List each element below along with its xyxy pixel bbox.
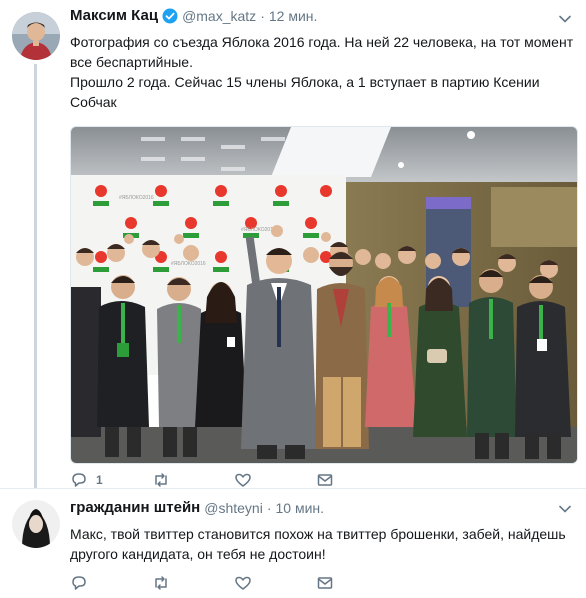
verified-badge-icon — [162, 8, 178, 24]
reply-icon — [72, 576, 86, 590]
tweet[interactable]: Максим Кац @max_katz · 12 мин. Фотографи… — [0, 0, 586, 488]
reply-icon — [72, 473, 86, 487]
envelope-icon — [317, 577, 333, 589]
avatar[interactable] — [12, 12, 60, 60]
tweet-text-line: Фотография со съезда Яблока 2016 года. Н… — [70, 34, 574, 70]
direct-message-button[interactable] — [316, 573, 398, 593]
press-wall-text: #ЯБЛОКО2016 — [171, 261, 206, 267]
envelope-icon — [317, 474, 333, 486]
avatar[interactable] — [12, 500, 60, 548]
author-handle[interactable]: @shteyni — [204, 498, 263, 518]
tweet-header: Максим Кац @max_katz · 12 мин. — [70, 6, 574, 26]
group-photo: #ЯБЛОКО2016 #ЯБЛОКО2016 #ЯБЛОКО2016 — [71, 127, 577, 463]
timestamp[interactable]: 12 мин. — [269, 6, 318, 26]
tweet-actions — [70, 573, 398, 593]
tweet-header: гражданин штейн @shteyni · 10 мин. — [70, 498, 574, 518]
heart-icon — [235, 473, 251, 487]
retweet-button[interactable] — [152, 470, 234, 490]
reply-button[interactable]: 1 — [70, 470, 152, 490]
separator-dot: · — [260, 8, 265, 24]
author-name[interactable]: Максим Кац — [70, 6, 158, 26]
like-button[interactable] — [234, 470, 316, 490]
tweet-content: Максим Кац @max_katz · 12 мин. Фотографи… — [70, 6, 578, 464]
direct-message-button[interactable] — [316, 470, 398, 490]
reply-button[interactable] — [70, 573, 152, 593]
avatar-image — [12, 12, 60, 60]
retweet-icon — [155, 473, 167, 487]
tweet[interactable]: гражданин штейн @shteyni · 10 мин. Макс,… — [0, 488, 586, 598]
tweet-photo[interactable]: #ЯБЛОКО2016 #ЯБЛОКО2016 #ЯБЛОКО2016 — [70, 126, 578, 464]
timestamp[interactable]: 10 мин. — [275, 498, 324, 518]
thread-line — [34, 64, 37, 488]
like-button[interactable] — [234, 573, 316, 593]
chevron-down-icon[interactable] — [558, 502, 572, 516]
press-wall-text: #ЯБЛОКО2016 — [119, 195, 154, 201]
retweet-button[interactable] — [152, 573, 234, 593]
chevron-down-icon[interactable] — [558, 12, 572, 26]
tweet-content: гражданин штейн @shteyni · 10 мин. Макс,… — [70, 498, 574, 564]
separator-dot: · — [266, 500, 272, 516]
heart-icon — [235, 576, 251, 590]
reply-count: 1 — [96, 473, 103, 487]
author-handle[interactable]: @max_katz — [182, 6, 256, 26]
author-name[interactable]: гражданин штейн — [70, 498, 200, 518]
tweet-text: Фотография со съезда Яблока 2016 года. Н… — [70, 32, 574, 112]
press-wall-text: #ЯБЛОКО2016 — [241, 227, 276, 233]
tweet-actions: 1 — [70, 470, 398, 490]
avatar-image — [12, 500, 60, 548]
retweet-icon — [155, 576, 167, 590]
tweet-text: Макс, твой твиттер становится похож на т… — [70, 526, 566, 562]
tweet-text-line: Прошло 2 года. Сейчас 15 члены Яблока, а… — [70, 74, 540, 110]
